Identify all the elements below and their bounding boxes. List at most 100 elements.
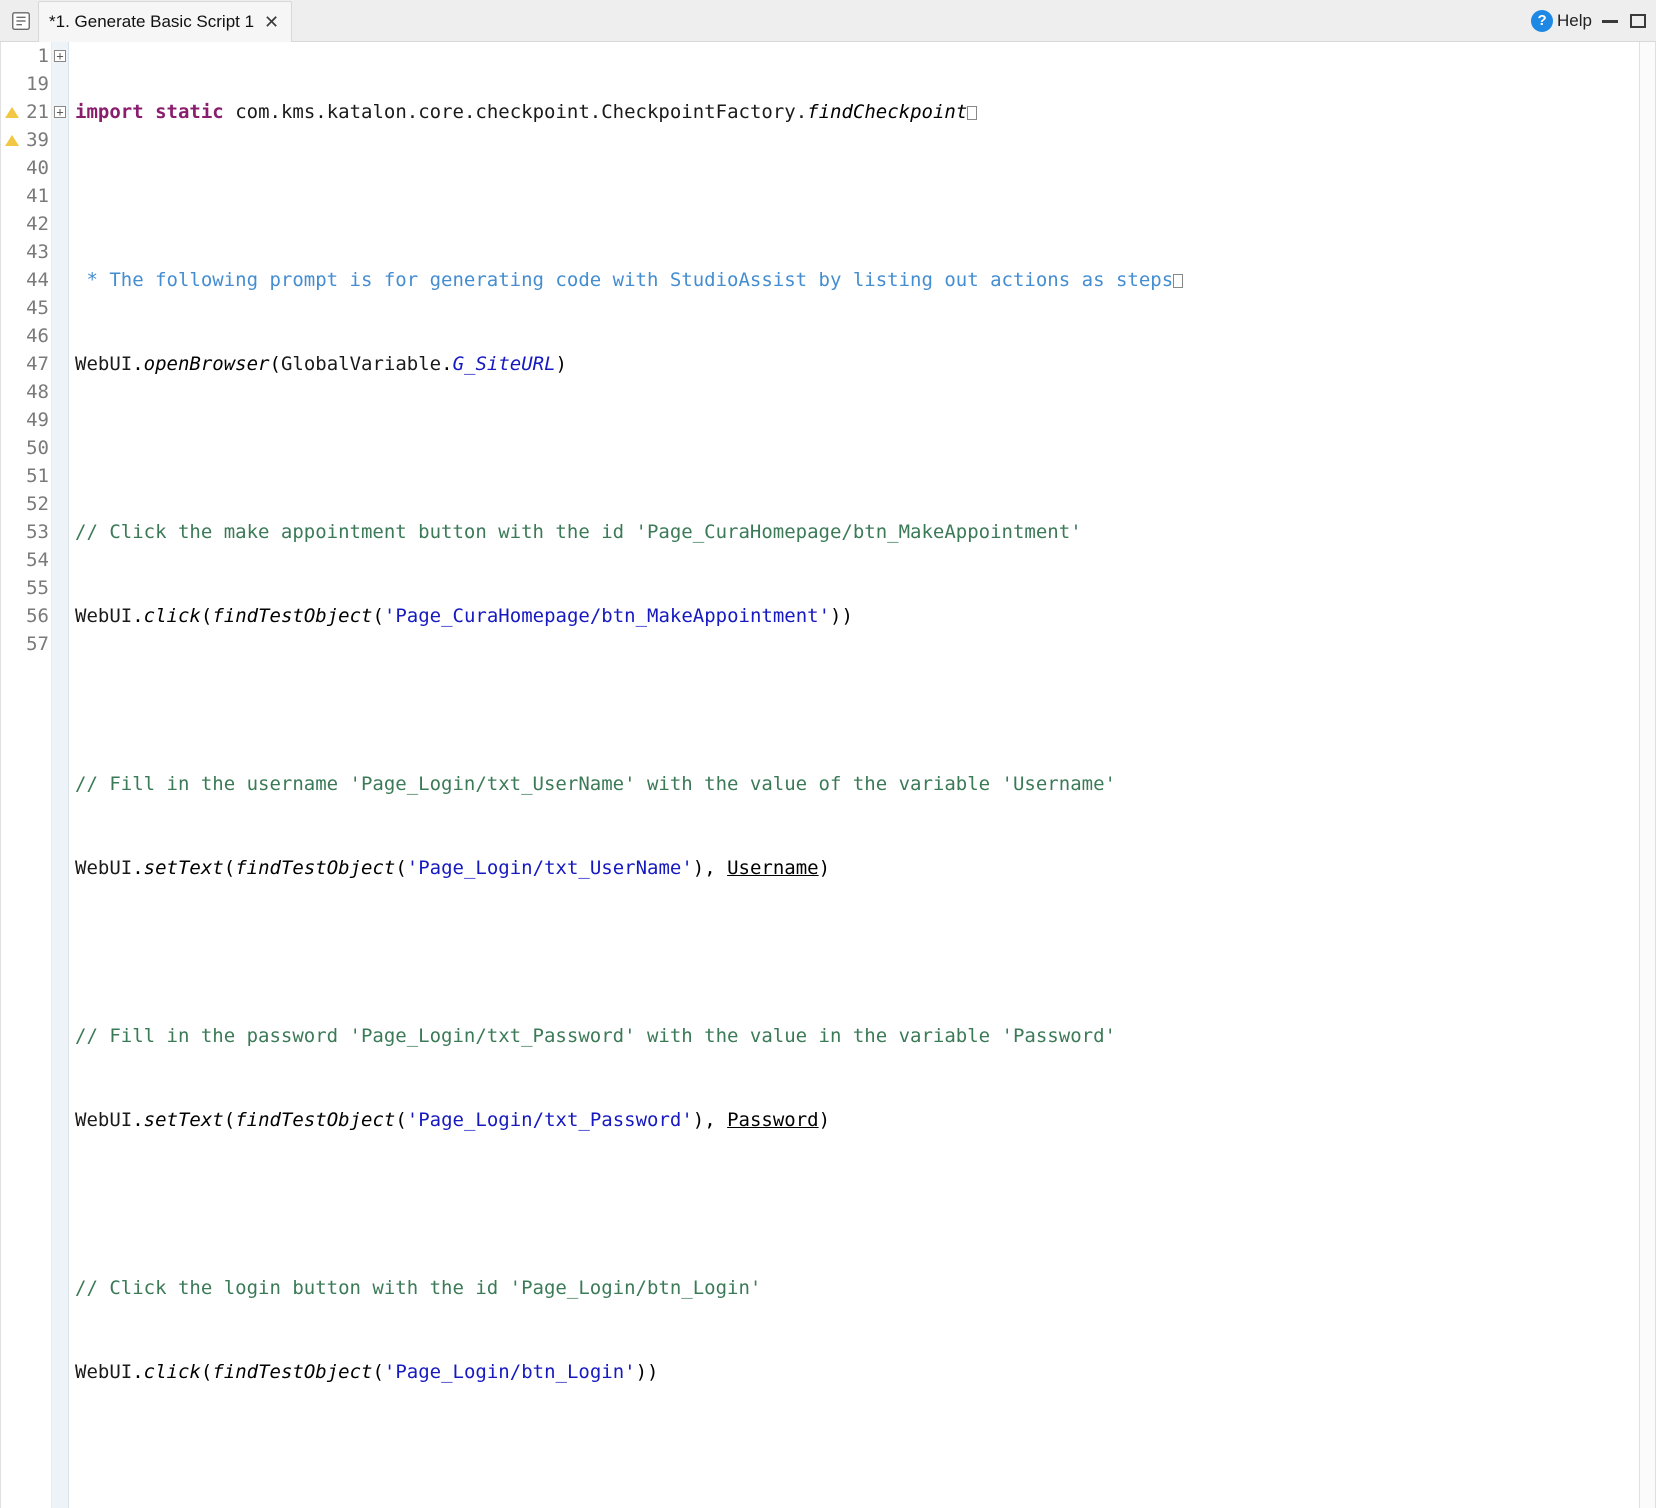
tabbar-actions: ? Help (1531, 0, 1656, 41)
minimize-button[interactable] (1600, 14, 1620, 28)
code-area[interactable]: import static com.kms.katalon.core.check… (69, 42, 1639, 1508)
gutter-marker (1, 182, 23, 210)
gutter-marker (1, 70, 23, 98)
code-line (75, 1190, 1639, 1218)
code-line: // Click the make appointment button wit… (75, 518, 1639, 546)
overview-ruler[interactable] (1639, 42, 1655, 1508)
code-line: WebUI.setText(findTestObject('Page_Login… (75, 854, 1639, 882)
fold-toggle[interactable]: + (54, 50, 66, 62)
gutter-marker (1, 238, 23, 266)
line-number: 19 (23, 70, 49, 98)
fold-ellipsis-icon (967, 106, 977, 120)
help-button[interactable]: ? Help (1531, 10, 1592, 32)
fold-cell (52, 350, 68, 378)
fold-cell (52, 210, 68, 238)
maximize-button[interactable] (1628, 14, 1648, 28)
line-number: 44 (23, 266, 49, 294)
code-line: // Fill in the username 'Page_Login/txt_… (75, 770, 1639, 798)
editor-container: 1192139404142434445464748495051525354555… (0, 42, 1656, 1508)
fold-cell: + (52, 98, 68, 126)
code-line (75, 1442, 1639, 1470)
fold-toggle[interactable]: + (54, 106, 66, 118)
gutter-marker (1, 574, 23, 602)
code-line: WebUI.setText(findTestObject('Page_Login… (75, 1106, 1639, 1134)
warning-icon (5, 107, 19, 118)
gutter-marker (1, 210, 23, 238)
gutter-marker (1, 294, 23, 322)
code-line: WebUI.click(findTestObject('Page_CuraHom… (75, 602, 1639, 630)
fold-cell (52, 546, 68, 574)
fold-cell: + (52, 42, 68, 70)
fold-cell (52, 434, 68, 462)
line-number: 40 (23, 154, 49, 182)
fold-cell (52, 630, 68, 658)
gutter-marker (1, 154, 23, 182)
gutter-marker (1, 462, 23, 490)
fold-cell (52, 70, 68, 98)
line-number: 52 (23, 490, 49, 518)
line-number: 46 (23, 322, 49, 350)
help-icon: ? (1531, 10, 1553, 32)
line-number: 49 (23, 406, 49, 434)
code-line (75, 938, 1639, 966)
fold-ellipsis-icon (1173, 274, 1183, 288)
line-number: 42 (23, 210, 49, 238)
line-number: 54 (23, 546, 49, 574)
gutter-marker (1, 378, 23, 406)
line-number: 51 (23, 462, 49, 490)
script-icon (10, 10, 32, 32)
fold-cell (52, 406, 68, 434)
fold-cell (52, 294, 68, 322)
line-number: 45 (23, 294, 49, 322)
minimize-icon (1602, 19, 1618, 23)
line-number: 50 (23, 434, 49, 462)
code-line: WebUI.openBrowser(GlobalVariable.G_SiteU… (75, 350, 1639, 378)
line-number: 21 (23, 98, 49, 126)
line-number: 41 (23, 182, 49, 210)
close-icon[interactable]: ✕ (262, 11, 281, 33)
help-label: Help (1557, 11, 1592, 31)
gutter-marker (1, 42, 23, 70)
fold-cell (52, 490, 68, 518)
fold-cell (52, 602, 68, 630)
line-number: 43 (23, 238, 49, 266)
code-line: import static com.kms.katalon.core.check… (75, 98, 1639, 126)
fold-cell (52, 182, 68, 210)
line-number: 56 (23, 602, 49, 630)
line-number: 47 (23, 350, 49, 378)
gutter-marker (1, 126, 23, 154)
code-line: WebUI.click(findTestObject('Page_Login/b… (75, 1358, 1639, 1386)
line-number: 39 (23, 126, 49, 154)
code-line: // Click the login button with the id 'P… (75, 1274, 1639, 1302)
gutter-marker (1, 490, 23, 518)
fold-cell (52, 154, 68, 182)
line-number-column: 1192139404142434445464748495051525354555… (23, 42, 51, 1508)
gutter-marker (1, 602, 23, 630)
line-number: 57 (23, 630, 49, 658)
editor-tab[interactable]: *1. Generate Basic Script 1 ✕ (38, 1, 292, 42)
gutter: 1192139404142434445464748495051525354555… (1, 42, 69, 1508)
maximize-icon (1630, 14, 1646, 28)
code-editor[interactable]: 1192139404142434445464748495051525354555… (1, 42, 1655, 1508)
code-line: // Fill in the password 'Page_Login/txt_… (75, 1022, 1639, 1050)
fold-cell (52, 322, 68, 350)
tab-title: *1. Generate Basic Script 1 (49, 12, 254, 32)
code-line (75, 686, 1639, 714)
gutter-marker (1, 546, 23, 574)
gutter-marker (1, 98, 23, 126)
tabbar-spacer (292, 0, 1531, 41)
fold-cell (52, 518, 68, 546)
gutter-marker (1, 266, 23, 294)
line-number: 48 (23, 378, 49, 406)
gutter-marker (1, 350, 23, 378)
line-number: 55 (23, 574, 49, 602)
line-number: 53 (23, 518, 49, 546)
code-line (75, 434, 1639, 462)
gutter-marker (1, 630, 23, 658)
fold-cell (52, 462, 68, 490)
gutter-marker (1, 518, 23, 546)
fold-cell (52, 378, 68, 406)
gutter-marker (1, 406, 23, 434)
code-line: * The following prompt is for generating… (75, 266, 1639, 294)
warning-icon (5, 135, 19, 146)
